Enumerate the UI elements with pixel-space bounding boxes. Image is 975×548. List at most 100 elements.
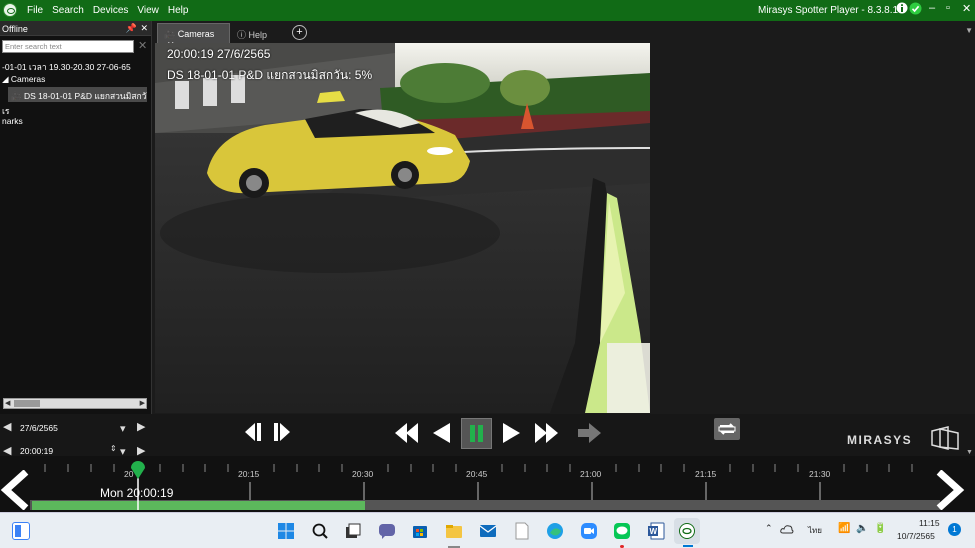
- date-dropdown-icon[interactable]: ▾: [120, 422, 126, 435]
- chat-icon[interactable]: [378, 522, 396, 540]
- tray-chevron-icon[interactable]: ⌃: [765, 523, 773, 534]
- store-icon[interactable]: [411, 522, 429, 540]
- timeline-ruler: [30, 461, 940, 510]
- task-view-icon[interactable]: [344, 522, 362, 540]
- close-icon[interactable]: ✕: [962, 2, 971, 15]
- timeline-scroll-down-icon[interactable]: ▼: [966, 449, 973, 456]
- expand-arrow-icon: ◢: [2, 74, 9, 84]
- play-reverse-button[interactable]: [431, 421, 453, 445]
- fast-forward-button[interactable]: [533, 421, 561, 445]
- line-icon[interactable]: [613, 522, 631, 540]
- date-field[interactable]: 27/6/2565: [20, 423, 58, 433]
- search-input[interactable]: Enter search text: [2, 40, 134, 53]
- tab-cameras-label: Cameras: [177, 29, 215, 39]
- battery-icon[interactable]: 🔋: [874, 523, 886, 534]
- date-prev-icon[interactable]: ◀: [3, 420, 11, 433]
- minimize-icon[interactable]: –: [929, 2, 935, 14]
- maximize-icon[interactable]: ▫: [946, 2, 950, 14]
- date-next-icon[interactable]: ▶: [137, 420, 145, 433]
- menu-devices[interactable]: Devices: [93, 5, 129, 16]
- video-camera-label: DS 18-01-01 P&D แยกสวนมิสกวัน: 5%: [167, 68, 373, 82]
- camera-label: DS 18-01-01 P&D แยกสวนมิสกวัน: [23, 91, 147, 101]
- frame-forward-icon: [280, 423, 290, 441]
- mirasys-logo-text: MIRASYS: [847, 433, 913, 447]
- panel-close-icon[interactable]: ✕: [140, 23, 148, 34]
- frame-back-icon: [245, 423, 255, 441]
- tick-label-2115: 21:15: [695, 469, 717, 479]
- frame-step-buttons[interactable]: [243, 421, 293, 443]
- menu-view[interactable]: View: [137, 5, 159, 16]
- offline-panel: Offline 📌 ✕ Enter search text ✕ -01-01 เ…: [0, 21, 152, 414]
- timeline-back-arrow-icon[interactable]: [0, 470, 30, 510]
- word-icon[interactable]: W: [647, 522, 665, 540]
- video-timestamp: 20:00:19 27/6/2565: [167, 47, 271, 61]
- document-icon[interactable]: [513, 522, 531, 540]
- tab-help[interactable]: ⓘ Help ✕: [231, 23, 291, 51]
- menu-help[interactable]: Help: [168, 5, 189, 16]
- panel-title: Offline: [2, 24, 28, 34]
- recorded-segment: [32, 501, 365, 510]
- pause-button[interactable]: [461, 418, 492, 449]
- fast-rewind-button[interactable]: [393, 421, 421, 445]
- tab-menu-chevron-icon[interactable]: ▼: [965, 26, 973, 35]
- clock-date[interactable]: 10/7/2565: [897, 531, 935, 541]
- tab-cameras[interactable]: 🎥 Cameras ✕: [157, 23, 230, 50]
- file-explorer-icon[interactable]: [445, 522, 463, 540]
- tick-label-partial: 20: [124, 469, 134, 479]
- widgets-icon[interactable]: [12, 522, 30, 540]
- tick-label-2045: 20:45: [466, 469, 488, 479]
- tick-label-2130: 21:30: [809, 469, 831, 479]
- playhead-time-label: Mon 20:00:19: [100, 486, 174, 500]
- time-field[interactable]: 20:00:19: [20, 446, 53, 456]
- pin-icon[interactable]: 📌: [126, 23, 137, 34]
- info-icon[interactable]: [896, 2, 908, 19]
- search-clear-icon[interactable]: ✕: [138, 39, 147, 52]
- mirasys-player-icon[interactable]: [678, 522, 696, 540]
- scroll-thumb[interactable]: [14, 400, 40, 407]
- tree-item-bookmarks[interactable]: narks: [2, 116, 23, 126]
- window-title: Mirasys Spotter Player - 8.3.8.1: [758, 5, 899, 16]
- sync-toggle-button[interactable]: [714, 418, 740, 440]
- edge-icon[interactable]: [546, 522, 564, 540]
- windows-taskbar: W ⌃ ไทย 📶 🔈 🔋 11:15 10/7/2565 1: [0, 512, 975, 548]
- tree-item-cameras[interactable]: ◢ Cameras: [2, 74, 45, 85]
- scroll-right-icon[interactable]: ▶: [140, 399, 145, 407]
- scroll-left-icon[interactable]: ◀: [5, 399, 10, 407]
- timeline[interactable]: 20:15 20:30 20:45 21:00 21:15 21:30 20 M…: [0, 456, 975, 512]
- menu-search[interactable]: Search: [52, 5, 84, 16]
- horizontal-scrollbar[interactable]: ◀ ▶: [3, 398, 147, 409]
- menu-file[interactable]: File: [27, 5, 43, 16]
- camera-video-view[interactable]: 20:00:19 27/6/2565 DS 18-01-01 P&D แยกสว…: [155, 43, 650, 413]
- camera-icon: 🎥: [11, 91, 22, 101]
- tree-item-export[interactable]: -01-01 เวลา 19.30-20.30 27-06-65: [2, 60, 131, 74]
- playback-controls: ◀ 27/6/2565 ▾ ▶ ◀ 20:00:19 ⇕ ▾ ▶ MIRASYS…: [0, 414, 975, 458]
- menu-bar: File Search Devices View Help: [27, 5, 188, 16]
- panel-header: Offline 📌 ✕: [0, 21, 151, 36]
- play-button[interactable]: [500, 421, 522, 445]
- onedrive-icon[interactable]: [780, 523, 794, 535]
- tree-cameras-label: Cameras: [10, 74, 46, 84]
- video-frame-image: [155, 43, 650, 413]
- add-tab-button[interactable]: +: [292, 25, 307, 40]
- search-icon[interactable]: [311, 522, 329, 540]
- title-bar: File Search Devices View Help Mirasys Sp…: [0, 0, 975, 21]
- tick-label-2015: 20:15: [238, 469, 260, 479]
- help-icon: ⓘ: [237, 30, 247, 40]
- start-icon[interactable]: [277, 522, 295, 540]
- notification-badge[interactable]: 1: [948, 523, 961, 536]
- wifi-icon[interactable]: 📶: [838, 523, 850, 534]
- timeline-forward-arrow-icon[interactable]: [935, 470, 965, 510]
- time-spinner-icon[interactable]: ⇕: [110, 444, 117, 453]
- status-ok-icon[interactable]: [909, 2, 922, 18]
- language-indicator[interactable]: ไทย: [808, 524, 822, 537]
- clock-time[interactable]: 11:15: [919, 518, 940, 528]
- zoom-icon[interactable]: [580, 522, 598, 540]
- tab-bar: 🎥 Cameras ✕ ⓘ Help ✕ + ▼: [155, 21, 975, 51]
- mail-icon[interactable]: [479, 522, 497, 540]
- tree-item-camera-selected[interactable]: 🎥 DS 18-01-01 P&D แยกสวนมิสกวัน: [8, 87, 147, 102]
- active-indicator: [683, 545, 693, 547]
- camera-tab-icon: 🎥: [164, 29, 176, 39]
- svg-text:W: W: [650, 527, 658, 536]
- volume-icon[interactable]: 🔈: [856, 523, 868, 534]
- go-live-arrow-icon[interactable]: [576, 421, 604, 445]
